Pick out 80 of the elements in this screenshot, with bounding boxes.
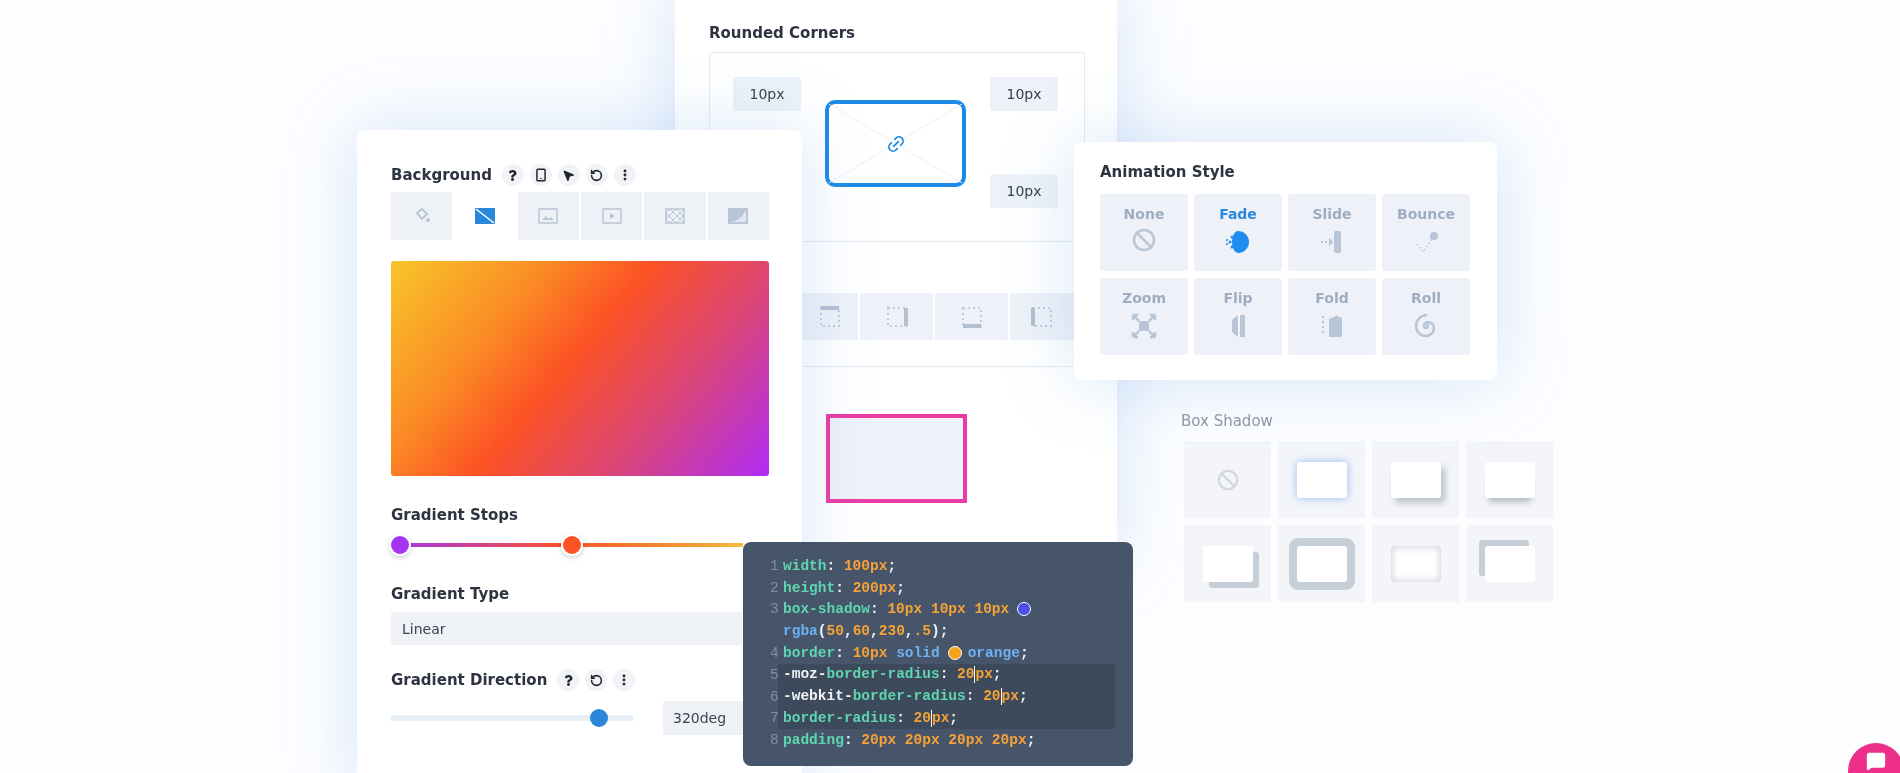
- image-icon: [538, 208, 559, 224]
- code-text: -moz-border-radius: 20px;: [783, 666, 1002, 684]
- animation-option[interactable]: Zoom: [1100, 278, 1188, 355]
- prohibited-icon: [1132, 228, 1156, 252]
- field-label: Gradient Stops: [391, 506, 519, 524]
- shadow-option[interactable]: [1372, 525, 1459, 602]
- prohibited-icon: [1216, 468, 1239, 491]
- video-icon: [601, 208, 622, 224]
- pattern-icon: [664, 208, 685, 224]
- corner-radius-field[interactable]: 10px: [733, 77, 801, 111]
- border-side-button[interactable]: [935, 293, 1008, 340]
- gradient-icon: [475, 208, 495, 224]
- mask-icon: [728, 208, 749, 224]
- animation-option[interactable]: Flip: [1194, 278, 1282, 355]
- shadow-option[interactable]: [1278, 525, 1365, 602]
- help-icon[interactable]: [501, 164, 524, 186]
- animation-option[interactable]: None: [1100, 194, 1188, 271]
- more-icon[interactable]: [613, 669, 636, 691]
- shadow-option[interactable]: [1184, 525, 1271, 602]
- shadow-preview: [1484, 545, 1535, 582]
- corner-radius-field[interactable]: 10px: [990, 174, 1058, 208]
- animation-option[interactable]: Fold: [1288, 278, 1376, 355]
- line-number: 4: [770, 645, 780, 662]
- code-text: padding: 20px 20px 20px 20px;: [783, 732, 1036, 749]
- help-icon[interactable]: [557, 669, 580, 691]
- line-number: 2: [770, 579, 780, 596]
- direction-field[interactable]: 320deg: [663, 701, 745, 735]
- panel-title: Background: [391, 166, 492, 184]
- shadow-preview: [1296, 461, 1347, 498]
- line-number: 5: [770, 666, 780, 683]
- animation-option[interactable]: Fade: [1194, 194, 1282, 271]
- line-number: 3: [770, 601, 780, 618]
- border-side-icon: [959, 304, 984, 329]
- gradient-stop-handle[interactable]: [561, 534, 584, 556]
- gradient-type-select[interactable]: Linear: [391, 612, 742, 645]
- shadow-option[interactable]: [1278, 441, 1365, 518]
- shadow-preview: [1390, 461, 1441, 498]
- shadow-option[interactable]: [1466, 525, 1553, 602]
- expand-icon: [1130, 312, 1158, 340]
- animation-option[interactable]: Bounce: [1382, 194, 1470, 271]
- border-side-button[interactable]: [802, 293, 858, 340]
- border-side-icon: [1030, 304, 1054, 329]
- shadow-option[interactable]: [1184, 441, 1271, 518]
- shadow-option[interactable]: [1466, 441, 1553, 518]
- panel-title: Rounded Corners: [709, 24, 856, 42]
- code-text: rgba(50,60,230,.5);: [783, 623, 949, 640]
- chat-icon: [1866, 751, 1886, 771]
- border-side-icon: [884, 304, 909, 329]
- border-side-icon: [818, 304, 842, 329]
- line-number: 8: [770, 732, 780, 749]
- slider-thumb[interactable]: [590, 709, 609, 727]
- shadow-preview: [1390, 545, 1441, 582]
- code-text: height: 200px;: [783, 579, 905, 596]
- undo-icon[interactable]: [585, 164, 608, 186]
- code-text: -webkit-border-radius: 20px;: [783, 688, 1028, 706]
- code-text: width: 100px;: [783, 557, 897, 574]
- field-label: Gradient Type: [391, 585, 511, 603]
- phone-icon[interactable]: [529, 164, 552, 186]
- animation-option[interactable]: Slide: [1288, 194, 1376, 271]
- field-label: Gradient Direction: [391, 671, 548, 689]
- undo-icon[interactable]: [585, 669, 608, 691]
- gradient-stop-handle[interactable]: [389, 534, 411, 556]
- shadow-option[interactable]: [1372, 441, 1459, 518]
- code-text: border: 10px solid: [783, 645, 940, 662]
- line-number: 7: [770, 710, 780, 727]
- line-number: 6: [770, 688, 780, 705]
- fading-circle-icon: [1224, 228, 1252, 256]
- border-side-button[interactable]: [860, 293, 933, 340]
- pointer-icon[interactable]: [557, 164, 580, 186]
- section-title: Box Shadow: [1181, 412, 1274, 430]
- corner-radius-field[interactable]: 10px: [990, 77, 1058, 111]
- code-text: orange;: [967, 645, 1029, 662]
- border-side-button[interactable]: [1010, 293, 1074, 340]
- animation-option[interactable]: Roll: [1382, 278, 1470, 355]
- code-text: box-shadow: 10px 10px 10px: [783, 601, 1010, 618]
- line-number: 1: [770, 557, 780, 574]
- shadow-preview: [1484, 461, 1535, 498]
- code-text: border-radius: 20 px;: [783, 709, 959, 727]
- panel-title: Animation Style: [1100, 163, 1236, 181]
- more-icon[interactable]: [613, 164, 636, 186]
